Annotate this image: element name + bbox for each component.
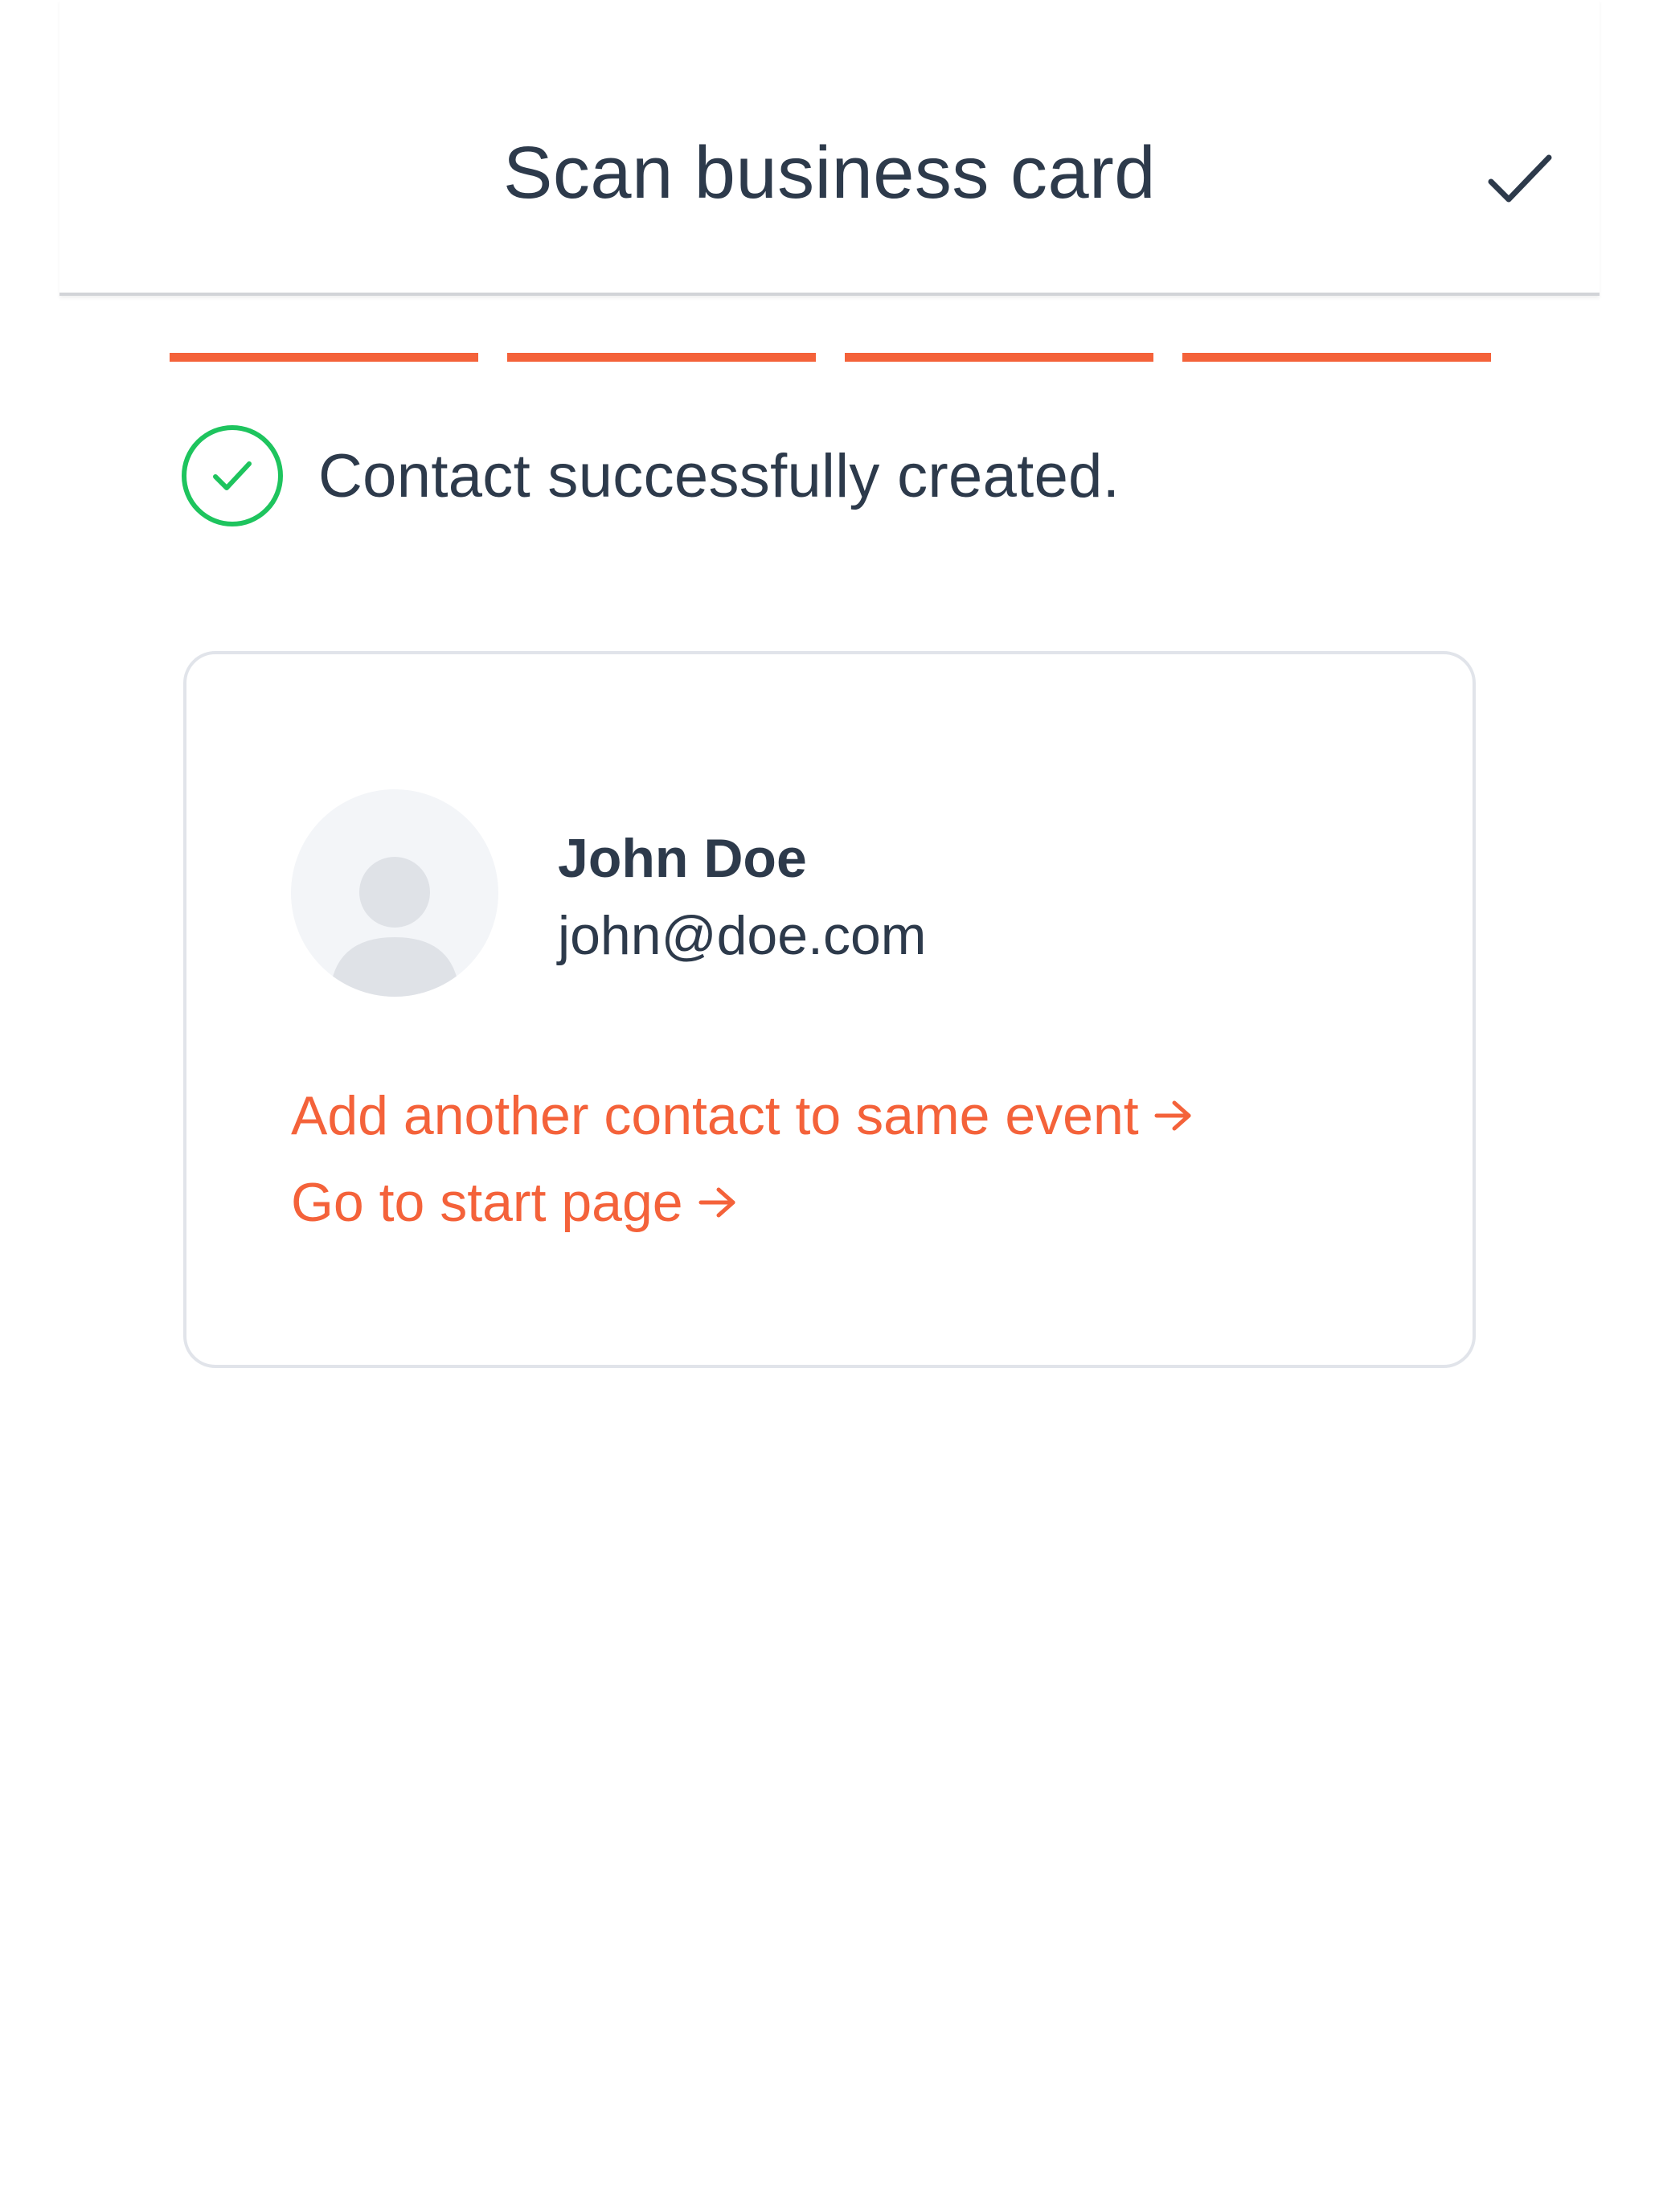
confirm-button[interactable]	[1476, 135, 1564, 223]
check-icon	[1488, 154, 1552, 203]
progress-step-4	[1182, 353, 1491, 362]
add-another-contact-label: Add another contact to same event	[291, 1085, 1139, 1146]
progress-steps	[170, 353, 1491, 362]
success-text: Contact successfully created.	[318, 441, 1120, 510]
go-to-start-page-link[interactable]: Go to start page	[291, 1170, 738, 1235]
arrow-right-icon	[1154, 1100, 1191, 1131]
progress-step-3	[845, 353, 1153, 362]
check-circle-icon	[182, 425, 283, 526]
contact-email: john@doe.com	[558, 905, 927, 966]
page-title: Scan business card	[503, 132, 1156, 214]
contact-card: John Doe john@doe.com Add another contac…	[183, 651, 1476, 1368]
success-message: Contact successfully created.	[180, 423, 1120, 529]
progress-step-1	[170, 353, 478, 362]
contact-name: John Doe	[558, 828, 807, 889]
progress-step-2	[507, 353, 816, 362]
add-another-contact-link[interactable]: Add another contact to same event	[291, 1083, 1194, 1148]
go-to-start-page-label: Go to start page	[291, 1172, 683, 1233]
avatar	[291, 789, 498, 997]
header: Scan business card	[59, 0, 1600, 296]
person-placeholder-icon	[330, 857, 460, 997]
arrow-right-icon	[698, 1187, 735, 1218]
